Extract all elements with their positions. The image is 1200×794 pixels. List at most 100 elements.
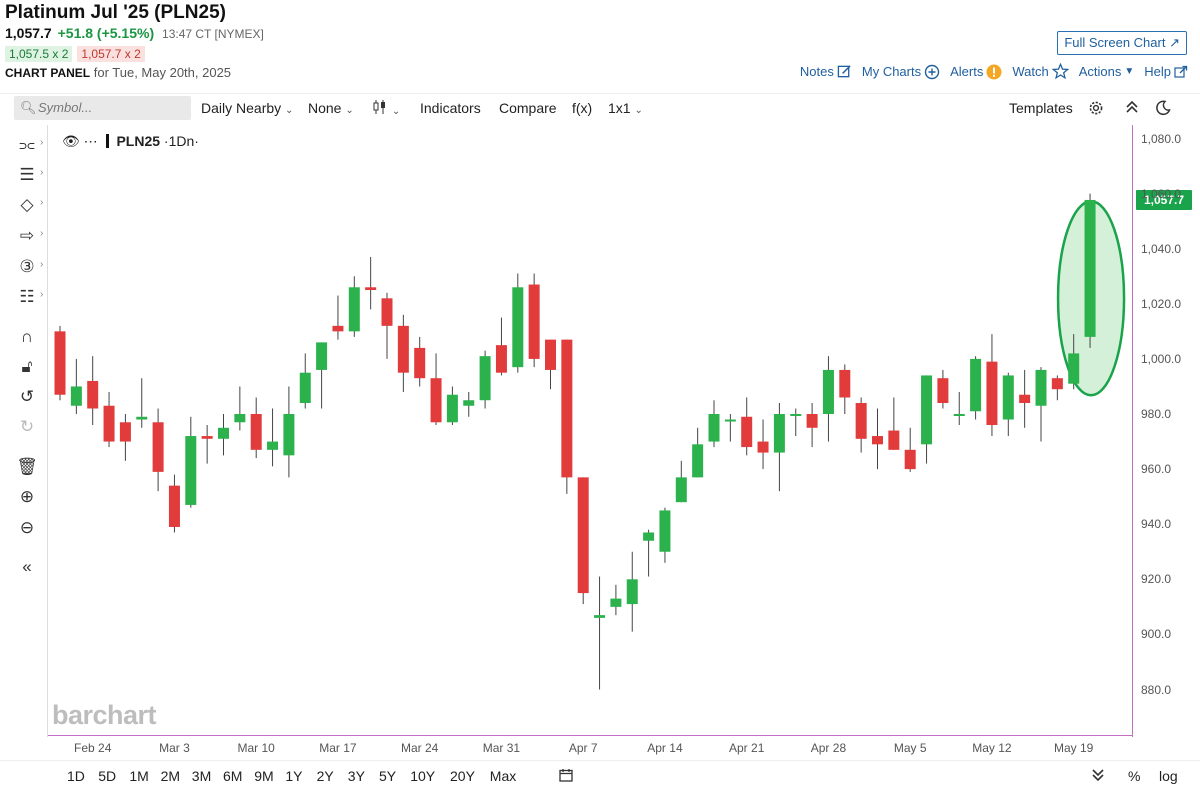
calendar-icon[interactable] <box>559 768 573 785</box>
overlay-dropdown[interactable]: None ⌄ <box>308 100 354 116</box>
more-icon[interactable]: ⋯ <box>84 133 98 149</box>
settings-icon[interactable] <box>1088 100 1104 119</box>
candle-body <box>904 449 916 470</box>
eye-icon[interactable]: 👁︎ <box>62 133 80 149</box>
period-dropdown[interactable]: Daily Nearby ⌄ <box>201 100 293 116</box>
period-10y[interactable]: 10Y <box>410 768 435 784</box>
undo-icon[interactable]: ↺ <box>16 387 38 407</box>
candle-body <box>430 378 442 423</box>
percent-toggle[interactable]: % <box>1128 768 1140 784</box>
compare-button[interactable]: Compare <box>499 100 557 116</box>
help-link[interactable]: Help <box>1144 64 1188 79</box>
candle <box>267 408 279 467</box>
price-axis[interactable]: 1,057.7 1,080.0 1,060.0 1,040.0 1,020.0 1,00… <box>1132 125 1200 737</box>
trash-icon[interactable]: 🗑︎ <box>16 457 38 477</box>
candle <box>659 507 671 563</box>
candle <box>463 391 475 417</box>
candle <box>348 276 360 337</box>
period-5d[interactable]: 5D <box>98 768 116 784</box>
zoom-in-icon[interactable]: ⊕ <box>16 487 38 507</box>
count-tool-icon[interactable]: ③ › <box>16 257 43 277</box>
candle-body <box>675 477 687 503</box>
candle-body <box>773 414 785 453</box>
period-6m[interactable]: 6M <box>223 768 242 784</box>
candle <box>479 350 491 409</box>
log-toggle[interactable]: log <box>1159 768 1178 784</box>
watch-link[interactable]: Watch <box>1012 63 1069 80</box>
candle-body <box>888 430 900 450</box>
price-change: +51.8 (+5.15%) <box>57 25 155 41</box>
actions-menu[interactable]: Actions ▼ <box>1079 64 1135 79</box>
collapse-toolbar-icon[interactable]: « <box>16 557 38 577</box>
period-2m[interactable]: 2M <box>161 768 180 784</box>
candle-body <box>87 380 99 409</box>
period-1m[interactable]: 1M <box>129 768 148 784</box>
candle-body <box>234 414 246 423</box>
arrow-tool-icon[interactable]: ⇨ › <box>16 226 43 246</box>
magnet-icon[interactable]: ∩ <box>16 327 38 347</box>
date-axis-label: Mar 31 <box>482 741 521 755</box>
redo-icon[interactable]: ↻ <box>16 417 38 437</box>
actions-label: Actions <box>1078 64 1122 79</box>
period-3m[interactable]: 3M <box>192 768 211 784</box>
overlay-label: None <box>308 100 342 116</box>
candle-body <box>267 441 279 450</box>
candle <box>218 414 229 456</box>
candle-body <box>316 342 328 370</box>
fib-tool-icon[interactable]: ☰ › <box>16 165 43 185</box>
candle-body <box>54 331 66 395</box>
candle <box>724 414 736 442</box>
candle-body <box>577 477 589 594</box>
unlock-icon[interactable]: 🔓︎ <box>16 357 38 377</box>
candlestick-icon <box>373 100 385 114</box>
symbol-search-input[interactable]: 🔍︎ Symbol... <box>14 96 191 120</box>
dark-mode-icon[interactable] <box>1155 100 1171 119</box>
period-5y[interactable]: 5Y <box>379 768 396 784</box>
candle <box>1051 375 1063 401</box>
collapse-up-icon[interactable] <box>1125 100 1139 117</box>
edit-icon <box>837 65 851 78</box>
period-9m[interactable]: 9M <box>254 768 273 784</box>
notes-link[interactable]: Notes <box>800 64 852 79</box>
legend-symbol: PLN25 <box>116 133 161 149</box>
period-1d[interactable]: 1D <box>67 768 85 784</box>
bid-badge: 1,057.5 x 2 <box>5 46 73 62</box>
layout-dropdown[interactable]: 1x1 ⌄ <box>608 100 643 116</box>
period-max[interactable]: Max <box>490 768 516 784</box>
alert-icon <box>986 64 1002 79</box>
templates-button[interactable]: Templates <box>1009 100 1073 116</box>
candle-body <box>594 615 606 618</box>
shape-tool-icon[interactable]: ◇ › <box>16 195 43 215</box>
period-3y[interactable]: 3Y <box>348 768 365 784</box>
zoom-out-icon[interactable]: ⊖ <box>16 518 38 538</box>
candle-body <box>839 369 851 398</box>
alerts-link[interactable]: Alerts <box>950 64 1002 80</box>
period-20y[interactable]: 20Y <box>450 768 475 784</box>
candle-body <box>479 356 491 401</box>
date-axis[interactable]: Feb 24 Mar 3 Mar 10 Mar 17 Mar 24 Mar 31 Apr 7… <box>48 735 1132 759</box>
period-2y[interactable]: 2Y <box>317 768 334 784</box>
candle <box>610 584 622 616</box>
price-chart[interactable] <box>48 125 1132 737</box>
price-axis-label: 1,060.0 <box>1141 186 1182 201</box>
candle <box>414 336 426 387</box>
candle-body <box>495 345 507 373</box>
candle <box>201 425 213 464</box>
function-button[interactable]: f(x) <box>572 100 592 116</box>
period-1y[interactable]: 1Y <box>285 768 302 784</box>
help-label: Help <box>1144 64 1171 79</box>
my-charts-label: My Charts <box>861 64 922 79</box>
candle <box>1035 367 1047 442</box>
candle <box>937 369 949 409</box>
full-screen-chart-button[interactable]: Full Screen Chart ↗ <box>1057 31 1187 55</box>
line-tool-icon[interactable]: ⫗ › <box>16 135 43 155</box>
candle <box>299 353 311 409</box>
candle-body <box>757 441 769 453</box>
candlestick-chart[interactable] <box>48 125 1132 737</box>
measure-tool-icon[interactable]: ☷ › <box>16 287 43 307</box>
my-charts-link[interactable]: My Charts <box>862 64 940 80</box>
expand-down-icon[interactable] <box>1092 768 1104 785</box>
candle-body <box>332 325 344 332</box>
chart-type-dropdown[interactable]: ⌄ <box>372 100 400 117</box>
indicators-button[interactable]: Indicators <box>420 100 481 116</box>
